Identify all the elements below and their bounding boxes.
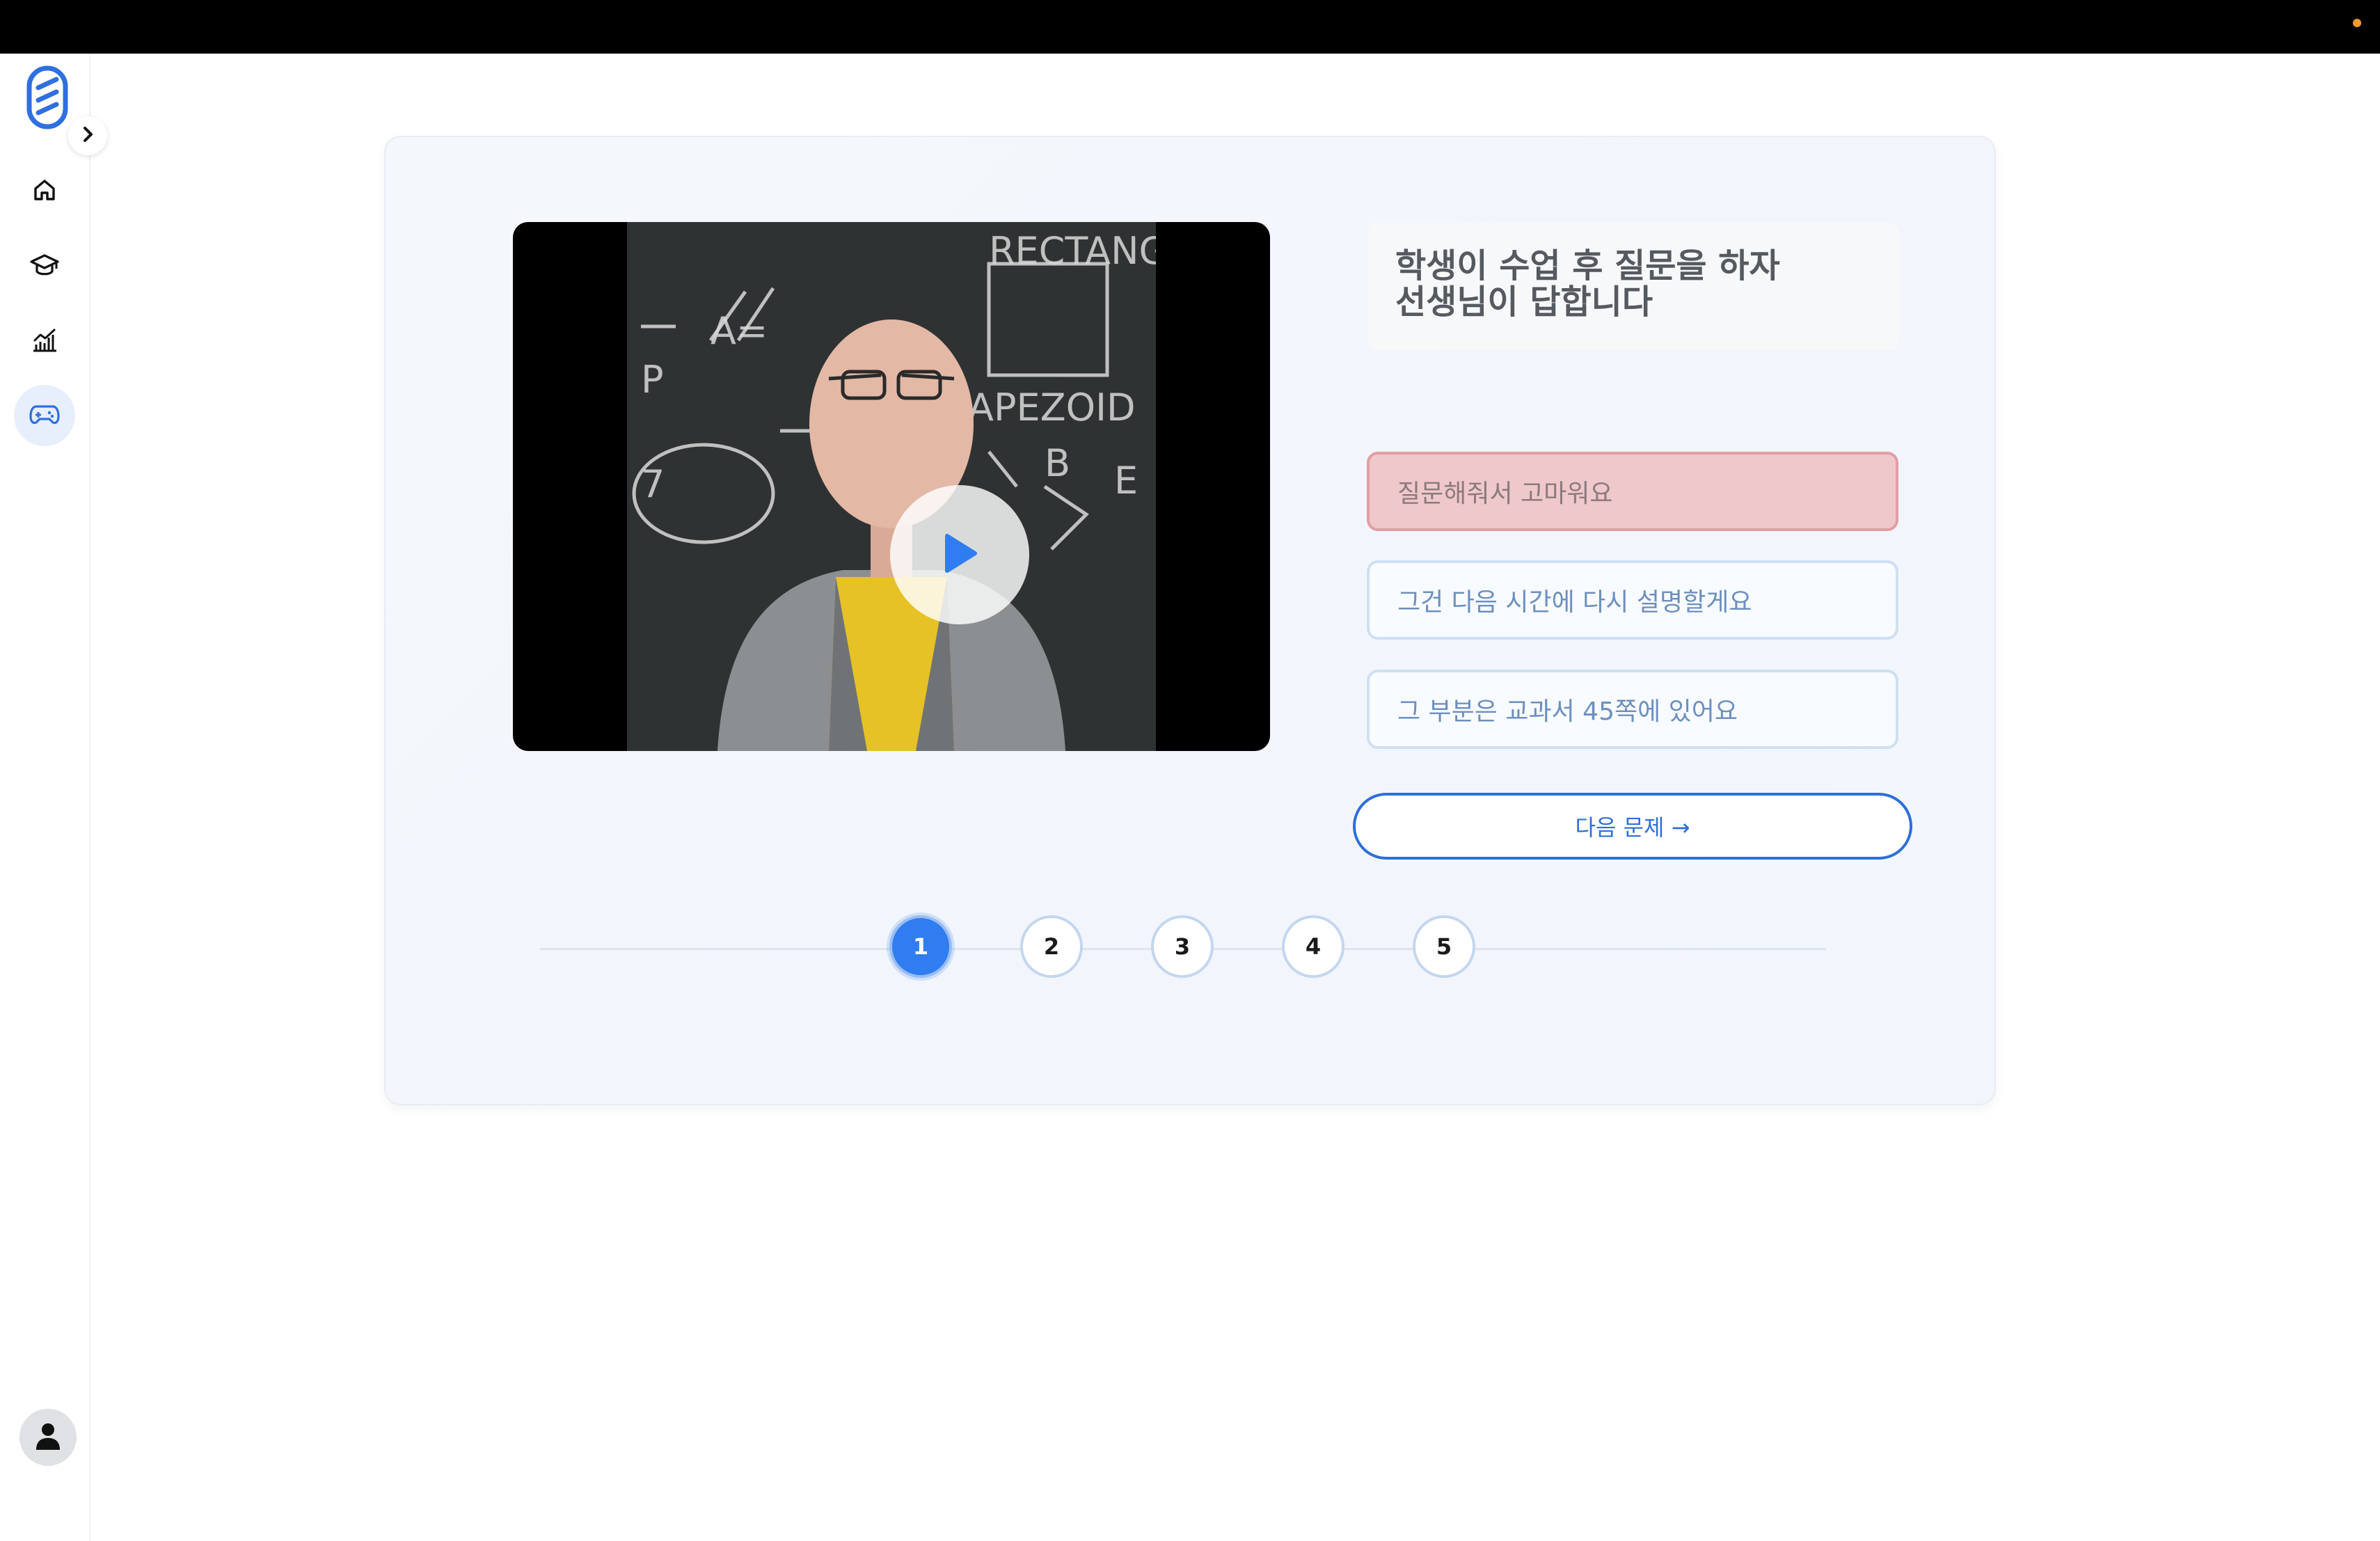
- answer-option-label: 그 부분은 교과서 45쪽에 있어요: [1397, 697, 1738, 726]
- sidebar-expand-button[interactable]: [68, 116, 107, 155]
- striped-capsule-logo-icon[interactable]: [25, 64, 70, 131]
- question-line-1: 학생이 수업 후 질문을 하자: [1395, 246, 1780, 285]
- svg-text:E: E: [1114, 459, 1138, 503]
- sidebar-item-analytics[interactable]: [14, 311, 75, 372]
- step-3-button[interactable]: 3: [1151, 915, 1214, 978]
- play-icon: [939, 532, 981, 578]
- top-bar: [0, 0, 2380, 54]
- answer-option[interactable]: 그건 다음 시간에 다시 설명할게요: [1367, 560, 1898, 640]
- step-2-button[interactable]: 2: [1020, 915, 1083, 978]
- sidebar-item-games[interactable]: [14, 385, 75, 446]
- step-5-button[interactable]: 5: [1413, 915, 1475, 978]
- video-player[interactable]: RECTANGL A= APEZOID P 7 B E: [513, 222, 1270, 751]
- user-avatar-button[interactable]: [19, 1409, 77, 1466]
- svg-text:APEZOID: APEZOID: [968, 386, 1136, 429]
- home-icon: [31, 176, 58, 207]
- step-1-button[interactable]: 1: [889, 915, 952, 978]
- answer-option[interactable]: 질문해줘서 고마워요: [1367, 452, 1898, 531]
- question-text: 학생이 수업 후 질문을 하자 선생님이 답합니다: [1369, 223, 1899, 350]
- svg-text:7: 7: [641, 462, 665, 506]
- svg-text:P: P: [641, 358, 664, 402]
- sidebar: [0, 54, 107, 1541]
- answer-option-label: 질문해줘서 고마워요: [1397, 480, 1613, 508]
- gamepad-icon: [29, 402, 60, 429]
- quiz-card: RECTANGL A= APEZOID P 7 B E: [384, 136, 1996, 1105]
- graduation-cap-icon: [29, 251, 60, 282]
- answer-option[interactable]: 그 부분은 교과서 45쪽에 있어요: [1367, 670, 1898, 749]
- next-question-button[interactable]: 다음 문제 →: [1353, 793, 1912, 860]
- sidebar-item-courses[interactable]: [14, 236, 75, 297]
- chart-icon: [30, 326, 59, 357]
- sidebar-item-home[interactable]: [14, 161, 75, 222]
- chevron-right-icon: [78, 125, 97, 147]
- video-thumbnail: RECTANGL A= APEZOID P 7 B E: [627, 222, 1156, 751]
- answer-option-label: 그건 다음 시간에 다시 설명할게요: [1397, 588, 1752, 617]
- svg-text:B: B: [1045, 441, 1070, 485]
- question-line-2: 선생님이 답합니다: [1395, 283, 1653, 322]
- svg-text:RECTANGL: RECTANGL: [989, 229, 1156, 273]
- svg-text:A=: A=: [711, 309, 768, 353]
- status-dot: [2353, 19, 2361, 27]
- user-icon: [34, 1421, 62, 1454]
- play-button[interactable]: [890, 485, 1029, 624]
- step-4-button[interactable]: 4: [1282, 915, 1344, 978]
